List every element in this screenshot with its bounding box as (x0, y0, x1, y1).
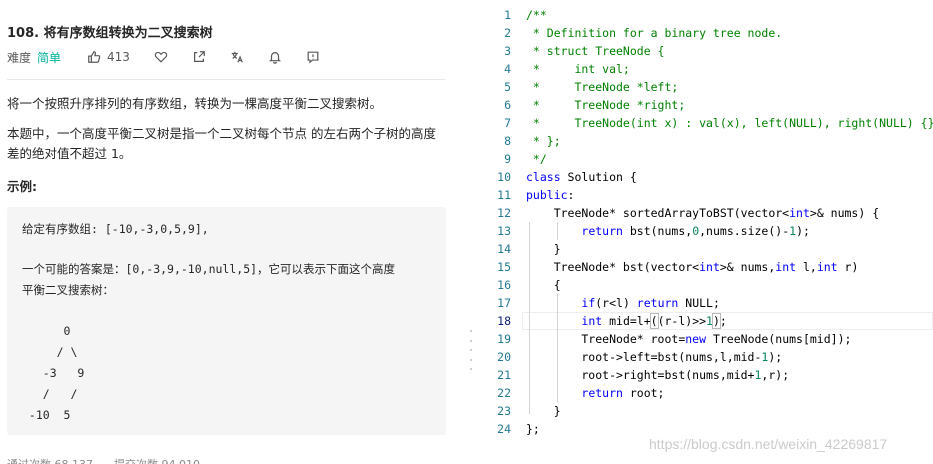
share-icon (193, 51, 205, 62)
code-line: * int val; (526, 62, 630, 76)
divider (7, 79, 445, 80)
line-number: 12 (497, 206, 511, 220)
translate-icon (231, 51, 243, 63)
line-number: 21 (497, 368, 511, 382)
submission-stats: 通过次数 68,137 提交次数 94,010 (7, 456, 200, 464)
code-line: * TreeNode *left; (526, 80, 679, 94)
code-line: } (526, 242, 561, 256)
favorite-button[interactable] (154, 50, 168, 64)
example-line: / \ (22, 345, 78, 359)
example-line: 0 (22, 324, 71, 338)
code-line: * Definition for a binary tree node. (526, 26, 783, 40)
code-line: public: (526, 188, 575, 202)
example-line: 给定有序数组: [-10,-3,0,5,9], (22, 222, 209, 236)
line-number: 23 (497, 404, 511, 418)
line-number: 10 (497, 170, 511, 184)
code-line: root->right=bst(nums,mid+1,r); (526, 368, 790, 382)
problem-panel: 108. 将有序数组转换为二叉搜索树 难度 简单 413 将一个按照升序排列的有… (0, 0, 458, 464)
code-line: * }; (526, 134, 561, 148)
line-number: 14 (497, 242, 511, 256)
share-button[interactable] (192, 50, 206, 64)
code-line: root->left=bst(nums,l,mid-1); (526, 350, 783, 364)
code-line: }; (526, 422, 540, 436)
example-line: 平衡二叉搜索树： (22, 283, 114, 297)
line-number: 3 (504, 44, 511, 58)
line-number: 7 (504, 116, 511, 130)
code-line: class Solution { (526, 170, 637, 184)
like-count: 413 (107, 50, 130, 64)
code-line: if(r<l) return NULL; (581, 296, 720, 310)
line-number: 13 (497, 224, 511, 238)
example-line: 一个可能的答案是：[0,-3,9,-10,null,5]，它可以表示下面这个高度 (22, 262, 396, 276)
line-number: 6 (504, 98, 511, 112)
difficulty-label: 难度 (7, 50, 32, 65)
line-number: 4 (504, 62, 511, 76)
example-heading: 示例: (7, 179, 37, 194)
drag-handle-icon (470, 330, 472, 370)
line-number: 5 (504, 80, 511, 94)
code-line: */ (526, 152, 547, 166)
feedback-button[interactable] (306, 50, 320, 64)
bell-icon (268, 52, 281, 64)
line-number: 19 (497, 332, 511, 346)
code-line: return bst(nums,0,nums.size()-1); (581, 224, 810, 238)
code-line: } (526, 404, 561, 418)
example-line: / / (22, 387, 78, 401)
line-number: 24 (497, 422, 511, 436)
example-line: -3 9 (22, 366, 85, 380)
code-line: TreeNode* root=new TreeNode(nums[mid]); (526, 332, 852, 346)
code-line: TreeNode* sortedArrayToBST(vector<int>& … (526, 206, 880, 220)
code-line: * TreeNode(int x) : val(x), left(NULL), … (526, 116, 933, 130)
description-paragraph-1: 将一个按照升序排列的有序数组，转换为一棵高度平衡二叉搜索树。 (7, 96, 383, 111)
problem-title: 108. 将有序数组转换为二叉搜索树 (7, 26, 213, 41)
code-editor[interactable]: 1 2 3 4 5 6 7 8 9 10 11 12 13 14 15 16 17 18 19 20 21 22 23 24 … (477, 0, 933, 464)
line-number: 8 (504, 134, 511, 148)
heart-icon (154, 51, 168, 63)
code-line: TreeNode* bst(vector<int>& nums,int l,in… (526, 260, 859, 274)
example-line: -10 5 (22, 408, 71, 422)
subscribe-button[interactable] (268, 50, 282, 64)
line-number: 9 (504, 152, 511, 166)
problem-meta-bar: 难度 简单 413 (7, 48, 344, 66)
like-button[interactable]: 413 (87, 50, 130, 64)
thumbs-up-icon (88, 51, 101, 63)
line-number: 1 (504, 8, 511, 22)
line-number: 17 (497, 296, 511, 310)
code-line: { (526, 278, 561, 292)
description-paragraph-2: 本题中，一个高度平衡二叉树是指一个二叉树每个节点 的左右两个子树的高度差的绝对值… (7, 126, 436, 161)
code-line: /** (526, 8, 547, 22)
line-number: 16 (497, 278, 511, 292)
difficulty-badge: 简单 (37, 50, 62, 65)
code-line: int mid=l+((r-l)>>1); (581, 313, 727, 329)
feedback-icon (307, 51, 319, 64)
translate-button[interactable] (230, 50, 244, 64)
panel-resize-handle[interactable] (465, 0, 477, 464)
line-number: 22 (497, 386, 511, 400)
code-line: return root; (581, 386, 665, 400)
line-number: 20 (497, 350, 511, 364)
line-number: 11 (497, 188, 511, 202)
line-number: 2 (504, 26, 511, 40)
code-line: * TreeNode *right; (526, 98, 686, 112)
code-line: * struct TreeNode { (526, 44, 665, 58)
line-number: 18 (497, 314, 511, 328)
watermark: https://blog.csdn.net/weixin_42269817 (649, 436, 888, 452)
example-block: 给定有序数组: [-10,-3,0,5,9], 一个可能的答案是：[0,-3,9… (7, 207, 446, 435)
line-number: 15 (497, 260, 511, 274)
